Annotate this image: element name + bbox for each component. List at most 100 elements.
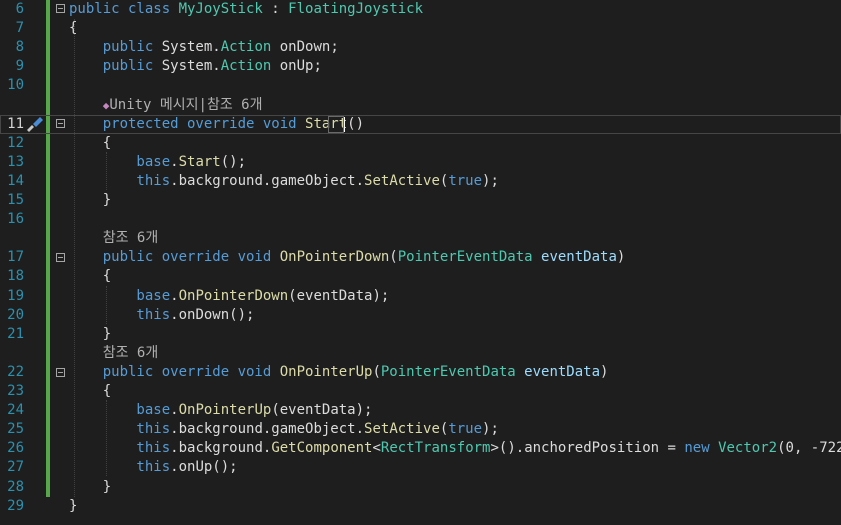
- codelens-row[interactable]: 참조 6개: [0, 229, 841, 248]
- line-number: 20: [7, 306, 24, 323]
- line-number: 12: [7, 134, 24, 151]
- code-line[interactable]: 25 this.background.gameObject.SetActive(…: [0, 420, 841, 439]
- line-number: 19: [7, 287, 24, 304]
- code-token: System: [161, 39, 213, 56]
- code-line[interactable]: 29}: [0, 497, 841, 516]
- code-token: public override void: [69, 363, 280, 380]
- code-line[interactable]: 28 }: [0, 478, 841, 497]
- fold-toggle[interactable]: [56, 4, 65, 13]
- line-number: 23: [7, 383, 24, 399]
- code-text: public override void OnPointerUp(Pointer…: [69, 363, 609, 382]
- code-text: public class MyJoyStick : FloatingJoysti…: [69, 0, 423, 19]
- line-number: 25: [7, 421, 24, 438]
- code-text: {: [69, 134, 111, 153]
- code-line[interactable]: 20 this.onDown();: [0, 306, 841, 325]
- codelens-row[interactable]: ◆Unity 메시지|참조 6개: [0, 96, 841, 115]
- code-token: Action: [220, 39, 272, 56]
- code-token: .onUp();: [170, 459, 238, 476]
- code-token: public class: [69, 1, 179, 17]
- code-token: {: [69, 383, 112, 399]
- code-token: this: [69, 172, 171, 189]
- codelens-text[interactable]: 참조 6개: [69, 229, 159, 248]
- code-line[interactable]: 10: [0, 76, 841, 95]
- code-token: this: [69, 459, 171, 476]
- code-line[interactable]: 14 this.background.gameObject.SetActive(…: [0, 172, 841, 191]
- line-number: 18: [7, 268, 24, 285]
- code-token: Vector2: [718, 440, 778, 457]
- indent-guide: [106, 286, 107, 324]
- line-number: 28: [7, 478, 24, 495]
- code-line[interactable]: 19 base.OnPointerDown(eventData);: [0, 287, 841, 306]
- code-line[interactable]: 8 public System.Action onDown;: [0, 38, 841, 57]
- code-token: <: [372, 440, 381, 457]
- line-number: 15: [7, 192, 24, 208]
- code-line[interactable]: 26 this.background.GetComponent<RectTran…: [0, 439, 841, 458]
- fold-toggle[interactable]: [56, 368, 65, 377]
- code-token: GetComponent: [271, 440, 373, 457]
- line-number: 14: [7, 172, 24, 189]
- code-line[interactable]: 15 }: [0, 191, 841, 210]
- code-line[interactable]: 12 {: [0, 134, 841, 153]
- code-text: {: [69, 382, 111, 401]
- code-line[interactable]: 13 base.Start();: [0, 153, 841, 172]
- code-line[interactable]: 24 base.OnPointerUp(eventData);: [0, 401, 841, 420]
- code-token: (: [372, 363, 381, 380]
- line-number: 11: [7, 115, 24, 132]
- code-token: ): [616, 249, 626, 266]
- code-token: OnPointerDown: [279, 249, 390, 266]
- code-line[interactable]: 7{: [0, 19, 841, 38]
- fold-toggle[interactable]: [56, 119, 65, 128]
- code-line[interactable]: 17 public override void OnPointerDown(Po…: [0, 248, 841, 267]
- code-token: OnPointerDown: [178, 287, 289, 304]
- line-number: 6: [15, 1, 24, 17]
- indent-guide: [74, 19, 75, 497]
- code-token: public override void: [69, 249, 280, 266]
- code-line[interactable]: 23 {: [0, 382, 841, 401]
- code-token: );: [482, 421, 499, 438]
- code-line[interactable]: 11 protected override void Start(): [0, 114, 841, 134]
- code-token: Action: [220, 58, 272, 75]
- code-text: }: [69, 191, 111, 210]
- code-token: .: [170, 287, 179, 304]
- code-token: 참조 6개: [69, 344, 159, 361]
- code-text: public override void OnPointerDown(Point…: [69, 248, 626, 267]
- code-text: public System.Action onDown;: [69, 38, 339, 57]
- code-text: this.onUp();: [69, 458, 238, 477]
- codelens-row[interactable]: 참조 6개: [0, 344, 841, 363]
- code-line[interactable]: 22 public override void OnPointerUp(Poin…: [0, 363, 841, 382]
- line-number: 26: [7, 440, 24, 457]
- line-number: 17: [7, 249, 24, 266]
- code-token: }: [69, 192, 112, 208]
- code-token: );: [482, 172, 499, 189]
- code-token: (0, -722f);: [777, 440, 841, 457]
- code-token: .background.gameObject.: [170, 172, 365, 189]
- code-text: this.background.gameObject.SetActive(tru…: [69, 420, 499, 439]
- code-text: this.background.gameObject.SetActive(tru…: [69, 172, 499, 191]
- code-token: System: [161, 58, 213, 75]
- code-token: .onDown();: [170, 306, 255, 323]
- line-number: 22: [7, 363, 24, 380]
- codelens-text[interactable]: 참조 6개: [69, 344, 159, 363]
- code-text: protected override void Start(): [69, 115, 364, 134]
- code-line[interactable]: 27 this.onUp();: [0, 458, 841, 477]
- code-token: {: [69, 134, 112, 151]
- code-line[interactable]: 6 public class MyJoyStick : FloatingJoyst…: [0, 0, 841, 19]
- code-line[interactable]: 21 }: [0, 325, 841, 344]
- fold-toggle[interactable]: [56, 253, 65, 262]
- code-text: }: [69, 497, 77, 516]
- line-number: 29: [7, 497, 24, 514]
- code-token: {: [69, 268, 112, 285]
- indent-guide: [106, 152, 107, 190]
- code-editor[interactable]: 6 public class MyJoyStick : FloatingJoyst…: [0, 0, 841, 525]
- code-token: this: [69, 440, 171, 457]
- code-line[interactable]: 18 {: [0, 267, 841, 286]
- code-token: eventData: [515, 363, 601, 380]
- code-line[interactable]: 16: [0, 210, 841, 229]
- code-token: .background.gameObject.: [170, 421, 365, 438]
- code-line[interactable]: 9 public System.Action onUp;: [0, 57, 841, 76]
- indent-guide: [106, 400, 107, 476]
- quick-actions-brush-icon[interactable]: [24, 116, 44, 132]
- code-token: ();: [220, 153, 247, 170]
- code-token: OnPointerUp: [279, 363, 373, 380]
- codelens-text[interactable]: ◆Unity 메시지|참조 6개: [69, 96, 263, 115]
